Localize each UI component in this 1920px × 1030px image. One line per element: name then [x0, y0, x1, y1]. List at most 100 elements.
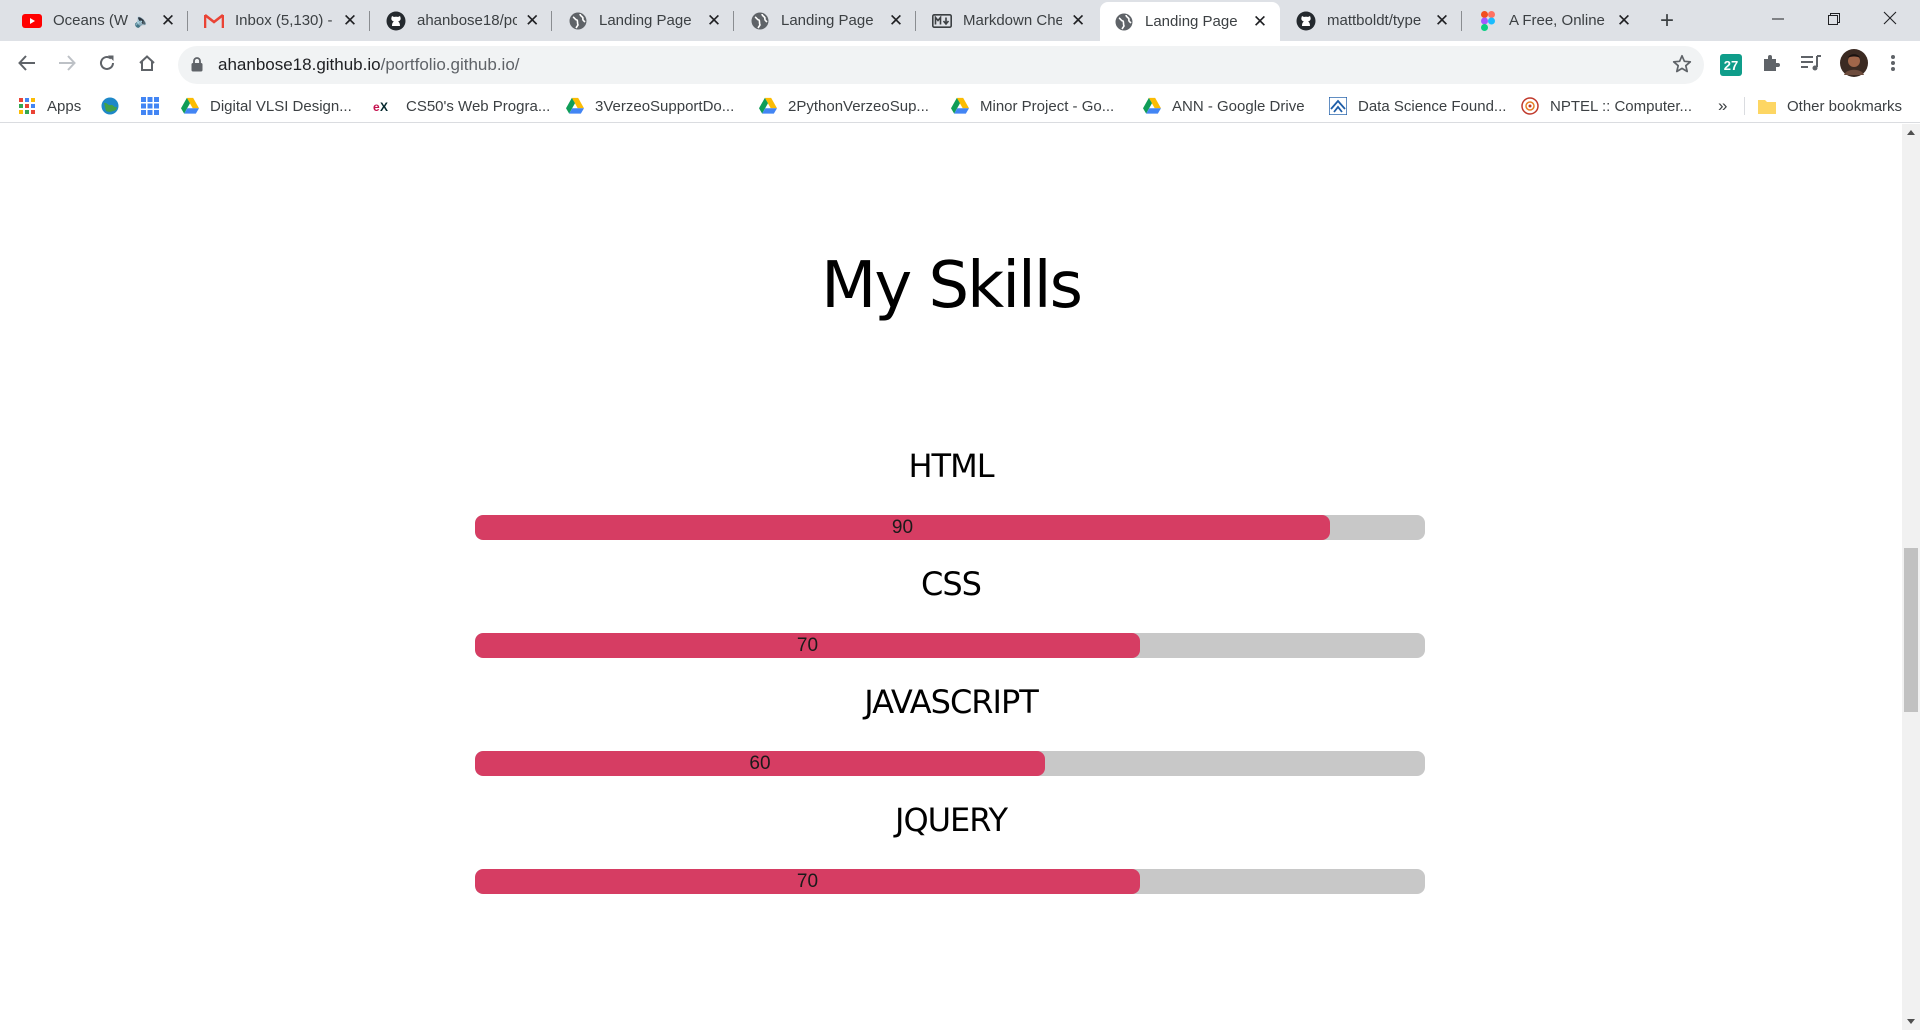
bookmark-nptel[interactable]: NPTEL :: Computer...	[1521, 89, 1692, 123]
tab-landing-page-2[interactable]: Landing Page ✕	[736, 0, 916, 41]
close-tab-icon[interactable]: ✕	[1068, 11, 1088, 31]
extension-calendar-button[interactable]: 27	[1718, 52, 1744, 78]
tab-github-typed[interactable]: mattboldt/type ✕	[1282, 0, 1462, 41]
globe-icon	[750, 11, 770, 31]
github-icon	[386, 11, 406, 31]
bookmark-apps[interactable]: Apps	[18, 89, 81, 123]
close-tab-icon[interactable]: ✕	[1432, 11, 1452, 31]
tab-separator	[551, 11, 552, 31]
tab-title: Oceans (W	[53, 12, 129, 29]
home-icon	[138, 54, 156, 77]
new-tab-button[interactable]: +	[1652, 6, 1682, 36]
bookmark-label: ANN - Google Drive	[1172, 97, 1305, 115]
tab-title: A Free, Online	[1509, 12, 1605, 29]
bookmark-globe[interactable]	[101, 89, 130, 123]
scrollbar-thumb[interactable]	[1904, 548, 1918, 712]
google-drive-icon	[759, 97, 777, 115]
forward-button[interactable]	[51, 49, 83, 81]
bookmark-label: Other bookmarks	[1787, 97, 1903, 115]
restore-button[interactable]	[1806, 0, 1862, 41]
close-tab-icon[interactable]: ✕	[1614, 11, 1634, 31]
tab-title: Landing Page	[599, 12, 692, 29]
bookmark-3verzeo[interactable]: 3VerzeoSupportDo...	[566, 89, 734, 123]
coursera-icon	[1329, 97, 1347, 115]
figma-icon	[1478, 10, 1498, 31]
lock-icon[interactable]	[191, 57, 203, 77]
home-button[interactable]	[131, 49, 163, 81]
bookmark-star-icon[interactable]	[1672, 54, 1692, 79]
skill-label: JQUERY	[895, 801, 1008, 839]
minimize-icon	[1772, 12, 1784, 30]
tab-landing-page-active[interactable]: Landing Page ✕	[1100, 2, 1280, 41]
tab-gmail[interactable]: Inbox (5,130) - ✕	[190, 0, 370, 41]
google-drive-icon	[566, 97, 584, 115]
playlist-music-icon	[1800, 54, 1822, 77]
close-tab-icon[interactable]: ✕	[704, 11, 724, 31]
bookmark-digital-vlsi[interactable]: Digital VLSI Design...	[181, 89, 352, 123]
close-tab-icon[interactable]: ✕	[1250, 12, 1270, 32]
close-tab-icon[interactable]: ✕	[523, 11, 542, 31]
skill-progress-value: 70	[796, 871, 819, 892]
extensions-button[interactable]	[1758, 52, 1784, 78]
gmail-icon	[204, 11, 224, 31]
scroll-down-arrow-icon[interactable]	[1907, 1019, 1915, 1024]
edx-icon: eX	[373, 97, 395, 115]
url-text[interactable]: ahanbose18.github.io/portfolio.github.io…	[218, 55, 520, 75]
tab-markdown-cheatsheet[interactable]: Markdown Che ✕	[918, 0, 1098, 41]
google-drive-icon	[1143, 97, 1161, 115]
media-control-button[interactable]	[1798, 52, 1824, 78]
nptel-icon	[1521, 97, 1539, 115]
forward-arrow-icon	[58, 54, 76, 77]
browser-menu-button[interactable]	[1880, 52, 1906, 78]
speaker-icon[interactable]: 🔈	[134, 13, 152, 29]
tab-strip: Oceans (W 🔈 ✕ Inbox (5,130) - ✕ ahanbose…	[0, 0, 1920, 41]
skill-progress-value: 60	[749, 753, 771, 774]
url-host: ahanbose18.github.io	[218, 55, 381, 74]
bookmark-data-science[interactable]: Data Science Found...	[1329, 89, 1506, 123]
bookmark-google-apps[interactable]	[141, 89, 170, 123]
bookmarks-separator	[1744, 97, 1745, 115]
google-drive-icon	[951, 97, 969, 115]
tab-separator	[733, 11, 734, 31]
url-path: /portfolio.github.io/	[380, 55, 520, 74]
tab-title: Markdown Che	[963, 12, 1063, 29]
folder-icon	[1758, 97, 1776, 115]
reload-button[interactable]	[91, 49, 123, 81]
plus-icon: +	[1659, 7, 1674, 34]
tab-separator	[915, 11, 916, 31]
close-tab-icon[interactable]: ✕	[158, 11, 178, 31]
bookmark-label: 3VerzeoSupportDo...	[595, 97, 735, 115]
bookmark-ann-drive[interactable]: ANN - Google Drive	[1143, 89, 1305, 123]
back-button[interactable]	[11, 49, 43, 81]
address-bar[interactable]: ahanbose18.github.io/portfolio.github.io…	[178, 46, 1704, 84]
more-bookmarks-button[interactable]: »	[1718, 89, 1727, 123]
other-bookmarks-folder[interactable]: Other bookmarks	[1758, 89, 1902, 123]
tab-title: Landing Page	[1145, 13, 1238, 30]
tab-figma[interactable]: A Free, Online ✕	[1464, 0, 1644, 41]
skill-progress-value: 90	[891, 517, 914, 538]
close-window-button[interactable]	[1862, 0, 1918, 41]
bookmark-label: Digital VLSI Design...	[210, 97, 352, 115]
bookmark-label: CS50's Web Progra...	[406, 97, 551, 115]
minimize-button[interactable]	[1750, 0, 1806, 41]
tab-landing-page-1[interactable]: Landing Page ✕	[554, 0, 734, 41]
svg-text:27: 27	[1724, 58, 1738, 73]
skill-progress-track: 60	[475, 751, 1425, 776]
back-arrow-icon	[18, 54, 36, 77]
page-scrollbar[interactable]	[1902, 124, 1920, 1030]
page-viewport: My Skills HTML 90 CSS 70 JAVASCRIPT 60 J…	[0, 124, 1902, 1030]
bookmark-minor-project[interactable]: Minor Project - Go...	[951, 89, 1114, 123]
profile-avatar-button[interactable]	[1838, 48, 1870, 81]
bookmark-cs50-web[interactable]: eX CS50's Web Progra...	[373, 89, 550, 123]
tab-youtube[interactable]: Oceans (W 🔈 ✕	[8, 0, 188, 41]
skill-progress-value: 70	[796, 635, 819, 656]
svg-text:e: e	[373, 100, 380, 113]
scroll-up-arrow-icon[interactable]	[1907, 130, 1915, 135]
tab-github-portfolio[interactable]: ahanbose18/pc ✕	[372, 0, 552, 41]
reload-icon	[98, 54, 116, 77]
bookmark-2python-verzeo[interactable]: 2PythonVerzeoSup...	[759, 89, 929, 123]
close-tab-icon[interactable]: ✕	[340, 11, 360, 31]
skill-progress-track: 70	[475, 869, 1425, 894]
bookmark-label: 2PythonVerzeoSup...	[788, 97, 929, 115]
close-tab-icon[interactable]: ✕	[886, 11, 906, 31]
